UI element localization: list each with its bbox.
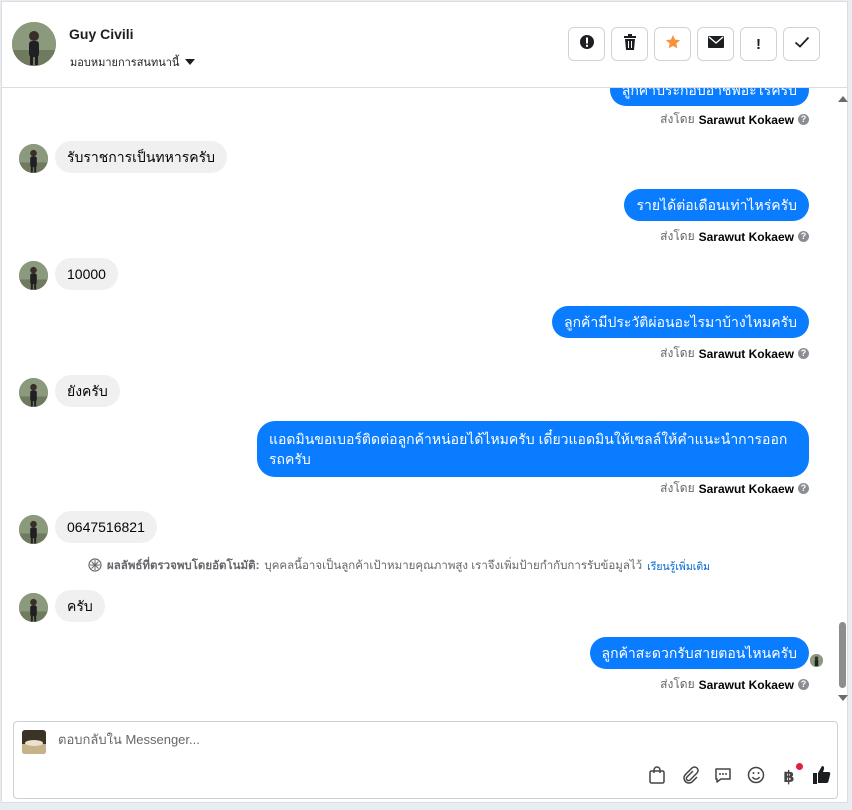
- reply-input[interactable]: [58, 732, 558, 747]
- attach-button[interactable]: [679, 765, 701, 789]
- trash-icon: [623, 33, 637, 55]
- ai-note-text: บุคคลนี้อาจเป็นลูกค้าเป้าหมายคุณภาพสูง เ…: [264, 560, 643, 572]
- contact-avatar[interactable]: [19, 593, 48, 622]
- composer-toolbar: ฿: [646, 763, 833, 790]
- sender-name: Sarawut Kokaew: [698, 112, 794, 127]
- like-button[interactable]: [811, 765, 833, 790]
- delete-button[interactable]: [611, 27, 648, 61]
- exclamation-icon: !: [756, 35, 761, 53]
- shop-button[interactable]: [646, 765, 668, 789]
- sent-by-label: ส่งโดย Sarawut Kokaew ?: [660, 227, 809, 246]
- contact-avatar[interactable]: [19, 144, 48, 173]
- help-icon[interactable]: ?: [798, 348, 809, 359]
- sender-name: Sarawut Kokaew: [698, 346, 794, 361]
- notification-dot: [796, 763, 803, 770]
- outgoing-message: ลูกค้าสะดวกรับสายตอนไหนครับ: [589, 637, 809, 669]
- sent-by-label: ส่งโดย Sarawut Kokaew ?: [660, 675, 809, 694]
- outgoing-message: ลูกค้ามีประวัติผ่อนอะไรมาบ้างไหมครับ: [551, 306, 809, 338]
- sender-name: Sarawut Kokaew: [698, 481, 794, 496]
- sent-by-label: ส่งโดย Sarawut Kokaew ?: [660, 344, 809, 363]
- incoming-message: ยังครับ: [55, 375, 120, 407]
- ai-sparkle-icon: [88, 557, 102, 575]
- page-avatar: [22, 730, 46, 754]
- report-button[interactable]: [568, 27, 605, 61]
- conversation-panel: Guy Civili มอบหมายการสนทนานี้ ! ลูกค้าปร…: [1, 1, 848, 803]
- envelope-icon: [707, 35, 724, 53]
- follow-up-button[interactable]: !: [740, 27, 777, 61]
- thumbs-up-icon: [812, 765, 832, 790]
- help-icon[interactable]: ?: [798, 231, 809, 242]
- help-icon[interactable]: ?: [798, 114, 809, 125]
- outgoing-message: แอดมินขอเบอร์ติดต่อลูกค้าหน่อยได้ไหมครับ…: [257, 421, 809, 477]
- report-icon: [579, 34, 595, 55]
- paperclip-icon: [681, 765, 699, 789]
- quick-reply-icon: [714, 766, 732, 789]
- incoming-message: 10000: [55, 258, 118, 290]
- contact-avatar[interactable]: [19, 261, 48, 290]
- contact-name[interactable]: Guy Civili: [69, 26, 134, 42]
- sender-name: Sarawut Kokaew: [698, 677, 794, 692]
- saved-replies-button[interactable]: [712, 766, 734, 788]
- scroll-down-arrow[interactable]: [838, 695, 848, 701]
- emoji-button[interactable]: [745, 766, 767, 788]
- help-icon[interactable]: ?: [798, 679, 809, 690]
- assign-conversation-dropdown[interactable]: มอบหมายการสนทนานี้: [70, 53, 196, 71]
- ai-note-title: ผลลัพธ์ที่ตรวจพบโดยอัตโนมัติ:: [107, 560, 260, 572]
- seen-avatar: [810, 654, 823, 667]
- sent-by-label: ส่งโดย Sarawut Kokaew ?: [660, 110, 809, 129]
- chevron-down-icon: [185, 59, 196, 65]
- learn-more-link[interactable]: เรียนรู้เพิ่มเติม: [647, 558, 710, 575]
- action-toolbar: !: [568, 27, 820, 61]
- assign-label: มอบหมายการสนทนานี้: [70, 57, 180, 69]
- sent-by-label: ส่งโดย Sarawut Kokaew ?: [660, 479, 809, 498]
- message-list[interactable]: ลูกค้าประกอบอาชีพอะไรครับ ส่งโดย Sarawut…: [2, 88, 836, 700]
- contact-avatar[interactable]: [12, 22, 56, 66]
- incoming-message: ครับ: [55, 590, 105, 622]
- sender-name: Sarawut Kokaew: [698, 229, 794, 244]
- outgoing-message: รายได้ต่อเดือนเท่าไหร่ครับ: [624, 189, 809, 221]
- star-button[interactable]: [654, 27, 691, 61]
- check-icon: [794, 35, 810, 53]
- scroll-up-arrow[interactable]: [838, 96, 848, 102]
- conversation-header: Guy Civili มอบหมายการสนทนานี้ !: [2, 2, 847, 88]
- star-icon: [665, 34, 681, 55]
- mark-unread-button[interactable]: [697, 27, 734, 61]
- incoming-message: รับราชการเป็นทหารครับ: [55, 141, 227, 173]
- bag-icon: [648, 765, 666, 789]
- contact-avatar[interactable]: [19, 515, 48, 544]
- message-scrollbar[interactable]: [836, 88, 849, 708]
- emoji-icon: [747, 766, 765, 789]
- help-icon[interactable]: ?: [798, 483, 809, 494]
- payment-button[interactable]: ฿: [778, 763, 803, 788]
- auto-detected-note: ผลลัพธ์ที่ตรวจพบโดยอัตโนมัติ: บุคคลนี้อา…: [88, 557, 710, 575]
- baht-icon: ฿: [783, 769, 795, 786]
- outgoing-message: ลูกค้าประกอบอาชีพอะไรครับ: [609, 88, 809, 106]
- contact-avatar[interactable]: [19, 378, 48, 407]
- scroll-thumb[interactable]: [839, 622, 846, 688]
- incoming-message: 0647516821: [55, 511, 157, 543]
- mark-done-button[interactable]: [783, 27, 820, 61]
- reply-composer: ฿: [13, 721, 838, 799]
